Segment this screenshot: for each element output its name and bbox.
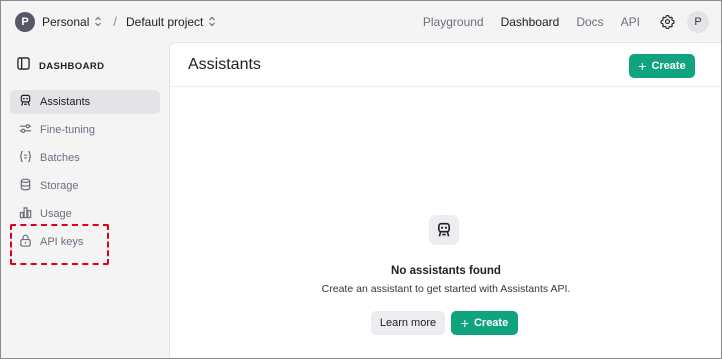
nav-dashboard[interactable]: Dashboard: [501, 15, 560, 29]
nav-playground[interactable]: Playground: [423, 15, 484, 29]
chevron-updown-icon: [208, 16, 216, 27]
page-title: Assistants: [188, 55, 261, 73]
empty-state-title: No assistants found: [391, 265, 501, 277]
sidebar: DASHBOARD Assistants Fine-tuning Batches: [1, 42, 169, 358]
project-switcher[interactable]: Default project: [126, 15, 216, 29]
button-label: Create: [473, 317, 509, 329]
button-label: Create: [651, 60, 686, 72]
chevron-updown-icon: [94, 16, 102, 27]
sidebar-item-label: Storage: [40, 180, 79, 192]
empty-state-subtitle: Create an assistant to get started with …: [321, 283, 571, 295]
highlight-box: [10, 224, 109, 265]
sidebar-item-assistants[interactable]: Assistants: [10, 90, 160, 114]
gear-icon[interactable]: [660, 14, 675, 29]
sidebar-item-batches[interactable]: Batches: [10, 146, 160, 170]
sidebar-title: DASHBOARD: [39, 60, 105, 72]
robot-icon: [19, 94, 32, 110]
sidebar-header: DASHBOARD: [17, 57, 104, 75]
breadcrumb-separator: /: [113, 14, 117, 29]
sidebar-item-label: Assistants: [40, 96, 91, 108]
app-window: P Personal / Default project Playground …: [0, 0, 722, 359]
org-name: Personal: [42, 14, 90, 29]
learn-more-button[interactable]: Learn more: [371, 311, 445, 335]
sidebar-item-usage[interactable]: Usage: [10, 202, 160, 226]
project-name: Default project: [126, 14, 204, 29]
nav-docs[interactable]: Docs: [576, 15, 603, 29]
database-icon: [19, 178, 32, 194]
org-avatar: P: [15, 11, 35, 32]
sidebar-item-label: Usage: [40, 208, 72, 220]
sidebar-item-label: Batches: [40, 152, 80, 164]
braces-icon: [19, 150, 32, 166]
sidebar-item-storage[interactable]: Storage: [10, 174, 160, 198]
sliders-icon: [19, 122, 32, 138]
top-nav: Playground Dashboard Docs API P: [423, 10, 721, 33]
create-assistant-button-secondary[interactable]: + Create: [451, 311, 518, 335]
sidebar-item-label: Fine-tuning: [40, 124, 96, 136]
sidebar-panel-icon[interactable]: [17, 57, 30, 75]
user-avatar[interactable]: P: [687, 10, 709, 33]
org-switcher[interactable]: P Personal: [15, 11, 102, 32]
nav-api[interactable]: API: [621, 15, 640, 29]
main-panel: Assistants + Create No assistants found …: [169, 42, 721, 358]
sidebar-item-fine-tuning[interactable]: Fine-tuning: [10, 118, 160, 142]
create-assistant-button[interactable]: + Create: [629, 54, 695, 78]
bar-chart-icon: [19, 206, 32, 222]
robot-icon: [429, 215, 459, 245]
plus-icon: +: [460, 315, 469, 331]
plus-icon: +: [638, 58, 647, 74]
top-bar: P Personal / Default project Playground …: [1, 1, 721, 42]
